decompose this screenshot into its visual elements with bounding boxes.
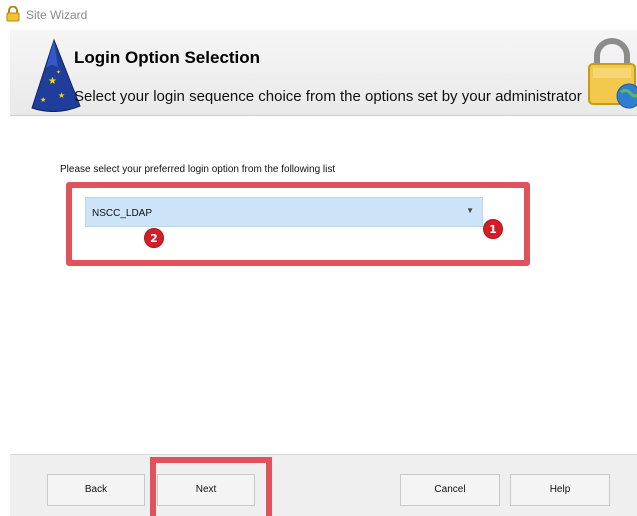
title-bar: Site Wizard: [0, 0, 637, 28]
page-title: Login Option Selection: [74, 48, 261, 67]
cancel-button[interactable]: Cancel: [400, 474, 500, 506]
svg-text:★: ★: [58, 91, 65, 100]
window-title: Site Wizard: [26, 8, 88, 22]
back-button[interactable]: Back: [47, 474, 145, 506]
padlock-icon: [6, 6, 20, 22]
next-highlight-frame: [150, 457, 272, 516]
svg-text:★: ★: [40, 96, 46, 104]
wizard-header: ★ ★ ★ ✦ Login Option Selection Select yo…: [10, 30, 637, 116]
svg-text:✦: ✦: [56, 69, 61, 76]
step-badge-2: 2: [144, 228, 164, 248]
page-subtitle: Select your login sequence choice from t…: [74, 88, 582, 105]
login-option-prompt: Please select your preferred login optio…: [60, 164, 336, 175]
login-option-dropdown[interactable]: NSCC_LDAP ▼: [85, 197, 483, 227]
help-button[interactable]: Help: [510, 474, 610, 506]
padlock-globe-icon: [588, 38, 637, 109]
svg-text:★: ★: [48, 76, 57, 87]
step-badge-1: 1: [483, 219, 503, 239]
dropdown-arrow-icon[interactable]: ▼: [466, 206, 474, 215]
login-option-value: NSCC_LDAP: [92, 208, 153, 219]
